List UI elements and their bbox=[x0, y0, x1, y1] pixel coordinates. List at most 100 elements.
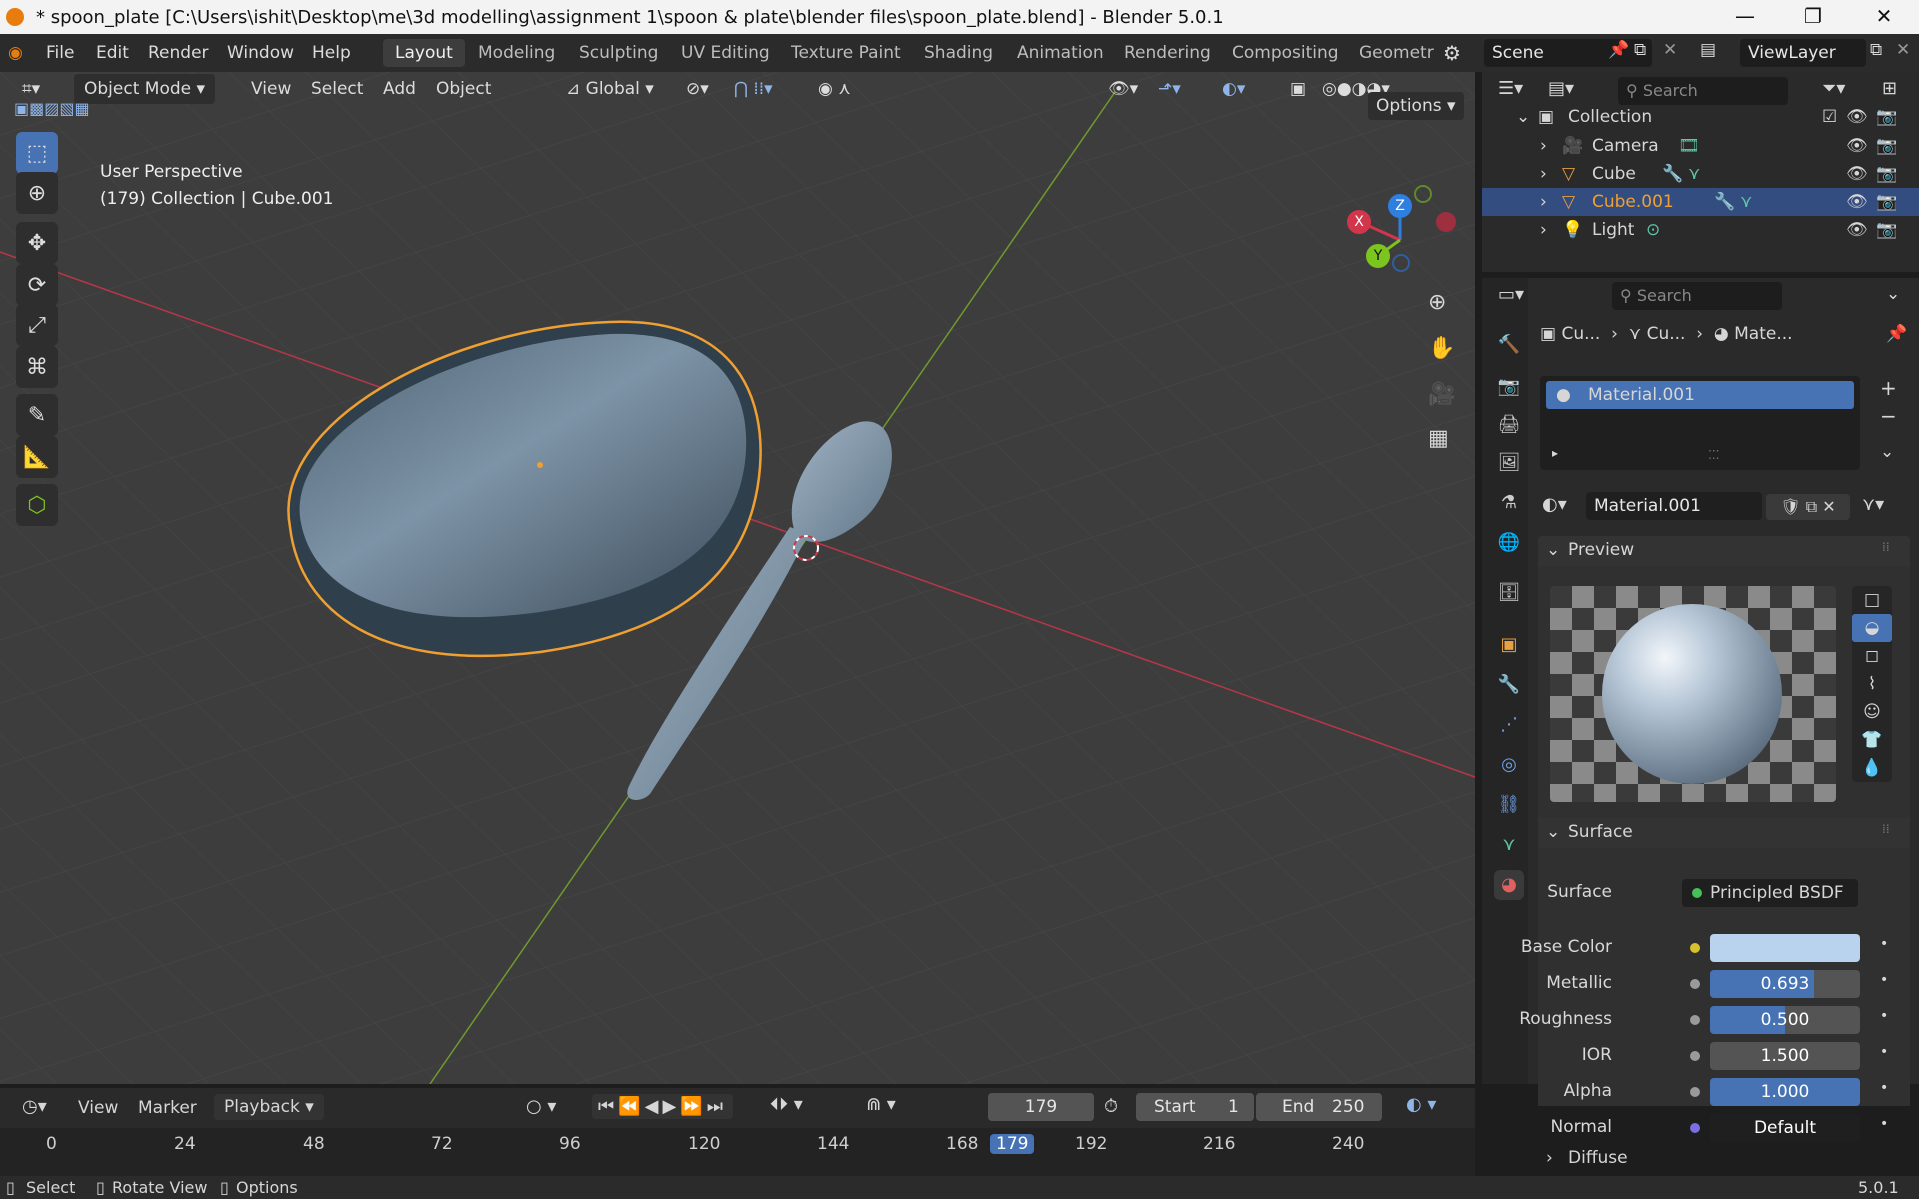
preview-sphere-icon[interactable]: ◒ bbox=[1852, 614, 1892, 642]
view-layer-icon[interactable]: ▤ bbox=[1700, 40, 1716, 60]
navigation-gizmo[interactable]: Z X Y bbox=[1338, 172, 1458, 272]
pin-icon[interactable]: 📌 bbox=[1886, 324, 1907, 344]
view-layer-field[interactable]: ViewLayer bbox=[1740, 39, 1866, 67]
field-value[interactable]: 1.500 bbox=[1710, 1042, 1860, 1070]
keyframe-dot-icon[interactable]: • bbox=[1880, 1116, 1888, 1132]
socket-icon[interactable] bbox=[1690, 1051, 1700, 1061]
outliner-type-icon[interactable]: ☰▾ bbox=[1498, 78, 1523, 99]
eye-icon[interactable]: 👁 bbox=[1846, 132, 1868, 160]
outliner-row-light[interactable]: › 💡 Light ⊙ 👁 📷 bbox=[1482, 216, 1919, 244]
expand-icon[interactable]: › bbox=[1540, 188, 1547, 216]
timeline-menu-view[interactable]: View bbox=[78, 1098, 118, 1118]
new-scene-icon[interactable]: ⧉ bbox=[1634, 40, 1646, 60]
timeline-menu-marker[interactable]: Marker bbox=[138, 1098, 197, 1118]
expand-icon[interactable]: › bbox=[1540, 160, 1547, 188]
preview-flat-icon[interactable]: □ bbox=[1852, 586, 1892, 614]
subframe-icons[interactable]: ⏴⏵ ▾ bbox=[770, 1094, 803, 1115]
current-frame-field[interactable]: 179 bbox=[988, 1093, 1094, 1121]
tab-shading[interactable]: Shading bbox=[912, 39, 1005, 67]
slot-menu-icon[interactable]: ⌄ bbox=[1880, 442, 1894, 462]
object-tab-icon[interactable]: ▣ bbox=[1494, 630, 1524, 660]
gizmo-neg-z[interactable] bbox=[1392, 254, 1410, 272]
socket-icon[interactable] bbox=[1690, 1015, 1700, 1025]
keyframe-dot-icon[interactable]: • bbox=[1880, 1080, 1888, 1096]
menu-select[interactable]: Select bbox=[311, 74, 363, 104]
menu-add[interactable]: Add bbox=[383, 74, 416, 104]
data-tab-icon[interactable]: ⋎ bbox=[1494, 830, 1524, 860]
keyframe-dot-icon[interactable]: • bbox=[1880, 972, 1888, 988]
socket-icon[interactable] bbox=[1690, 943, 1700, 953]
tab-texture-paint[interactable]: Texture Paint bbox=[779, 39, 913, 67]
drag-handle-icon[interactable]: ⁞⁞ bbox=[1882, 822, 1890, 836]
eye-icon[interactable]: 👁 bbox=[1846, 160, 1868, 188]
frame-ruler[interactable] bbox=[0, 1128, 1475, 1176]
field-value[interactable]: 0.500 bbox=[1710, 1006, 1860, 1034]
start-frame-field[interactable]: Start 1 bbox=[1136, 1093, 1254, 1121]
particles-tab-icon[interactable]: ⋰ bbox=[1494, 710, 1524, 740]
collection-tab-icon[interactable]: 🗄 bbox=[1494, 578, 1524, 608]
snap-magnet-icon[interactable]: ⋒ ▾ bbox=[866, 1094, 896, 1115]
expand-icon[interactable]: › bbox=[1540, 132, 1547, 160]
preview-monkey-icon[interactable]: ☺ bbox=[1852, 698, 1892, 726]
delete-scene-icon[interactable]: ✕ bbox=[1663, 40, 1677, 60]
minimize-button[interactable]: — bbox=[1723, 4, 1767, 30]
menu-render[interactable]: Render bbox=[148, 43, 209, 63]
end-frame-field[interactable]: End 250 bbox=[1256, 1093, 1382, 1121]
measure-tool-icon[interactable]: 📐 bbox=[16, 436, 58, 478]
surface-header[interactable]: ⌄ Surface ⁞⁞ bbox=[1538, 818, 1910, 848]
next-keyframe-icon[interactable]: ⏩ bbox=[680, 1096, 706, 1117]
surface-shader-field[interactable]: Principled BSDF bbox=[1682, 879, 1858, 907]
menu-help[interactable]: Help bbox=[312, 43, 351, 63]
diffuse-header[interactable]: › Diffuse bbox=[1538, 1148, 1910, 1170]
gizmo-neg-x[interactable] bbox=[1436, 212, 1456, 232]
checkbox-icon[interactable]: ☑ bbox=[1822, 103, 1837, 131]
new-collection-icon[interactable]: ⊞ bbox=[1882, 78, 1897, 99]
stopwatch-icon[interactable]: ⏱ bbox=[1104, 1096, 1118, 1117]
outliner-row-cube[interactable]: › ▽ Cube 🔧 ⋎ 👁 📷 bbox=[1482, 160, 1919, 188]
play-icon[interactable]: ▶ bbox=[662, 1096, 680, 1117]
menu-file[interactable]: File bbox=[46, 43, 74, 63]
zoom-icon[interactable]: ⊕ bbox=[1428, 290, 1446, 315]
outliner-search[interactable]: ⚲ Search bbox=[1618, 77, 1788, 105]
physics-tab-icon[interactable]: ◎ bbox=[1494, 750, 1524, 780]
field-value[interactable]: Default bbox=[1710, 1114, 1860, 1142]
gizmo-neg-y[interactable] bbox=[1414, 185, 1432, 203]
annotate-tool-icon[interactable]: ✎ bbox=[16, 394, 58, 436]
scale-tool-icon[interactable]: ⤢ bbox=[16, 304, 58, 346]
preview-hair-icon[interactable]: ⌇ bbox=[1852, 670, 1892, 698]
keyframe-dot-icon[interactable]: • bbox=[1880, 1044, 1888, 1060]
gizmo-toggle-icon[interactable]: ⬏▾ bbox=[1158, 74, 1181, 104]
mode-dropdown[interactable]: Object Mode ▾ bbox=[74, 74, 216, 104]
scene-tab-icon[interactable]: ⚗ bbox=[1494, 488, 1524, 518]
preview-fluid-icon[interactable]: 💧 bbox=[1852, 754, 1892, 782]
proportional-edit-icon[interactable]: ◉ ⋏ bbox=[818, 74, 851, 104]
output-tab-icon[interactable]: 🖨 bbox=[1494, 410, 1524, 440]
eye-icon[interactable]: 👁 bbox=[1846, 103, 1868, 131]
material-slot-row[interactable]: ● Material.001 bbox=[1546, 381, 1854, 409]
render-camera-icon[interactable]: 📷 bbox=[1876, 216, 1897, 244]
preview-cube-icon[interactable]: ◻ bbox=[1852, 642, 1892, 670]
playback-dropdown[interactable]: Playback ▾ bbox=[214, 1094, 324, 1120]
menu-object[interactable]: Object bbox=[436, 74, 491, 104]
outliner-row-collection[interactable]: ⌄ ▣ Collection ☑ 👁 📷 bbox=[1482, 103, 1919, 131]
tab-rendering[interactable]: Rendering bbox=[1112, 39, 1223, 67]
field-value[interactable]: 1.000 bbox=[1710, 1078, 1860, 1106]
gizmo-z[interactable]: Z bbox=[1388, 194, 1412, 218]
timeline-overlay-icon[interactable]: ◐ ▾ bbox=[1406, 1094, 1436, 1115]
browse-material-icon[interactable]: ◐▾ bbox=[1542, 494, 1567, 515]
render-camera-icon[interactable]: 📷 bbox=[1876, 103, 1897, 131]
tab-animation[interactable]: Animation bbox=[1005, 39, 1116, 67]
options-dropdown[interactable]: Options ▾ bbox=[1368, 92, 1464, 120]
keyframe-dot-icon[interactable]: • bbox=[1880, 1008, 1888, 1024]
menu-window[interactable]: Window bbox=[227, 43, 294, 63]
socket-icon[interactable] bbox=[1690, 1087, 1700, 1097]
pin-icon[interactable]: 📌 bbox=[1608, 40, 1629, 60]
play-reverse-icon[interactable]: ◀ bbox=[645, 1096, 663, 1117]
prev-keyframe-icon[interactable]: ⏪ bbox=[618, 1096, 644, 1117]
render-tab-icon[interactable]: 📷 bbox=[1494, 372, 1524, 402]
pivot-icon[interactable]: ⊘▾ bbox=[686, 74, 709, 104]
slot-expand-icon[interactable]: ▸ bbox=[1552, 446, 1558, 460]
tab-sculpting[interactable]: Sculpting bbox=[567, 39, 670, 67]
collapse-icon[interactable]: ⌄ bbox=[1886, 284, 1900, 304]
field-value[interactable]: 0.693 bbox=[1710, 970, 1860, 998]
